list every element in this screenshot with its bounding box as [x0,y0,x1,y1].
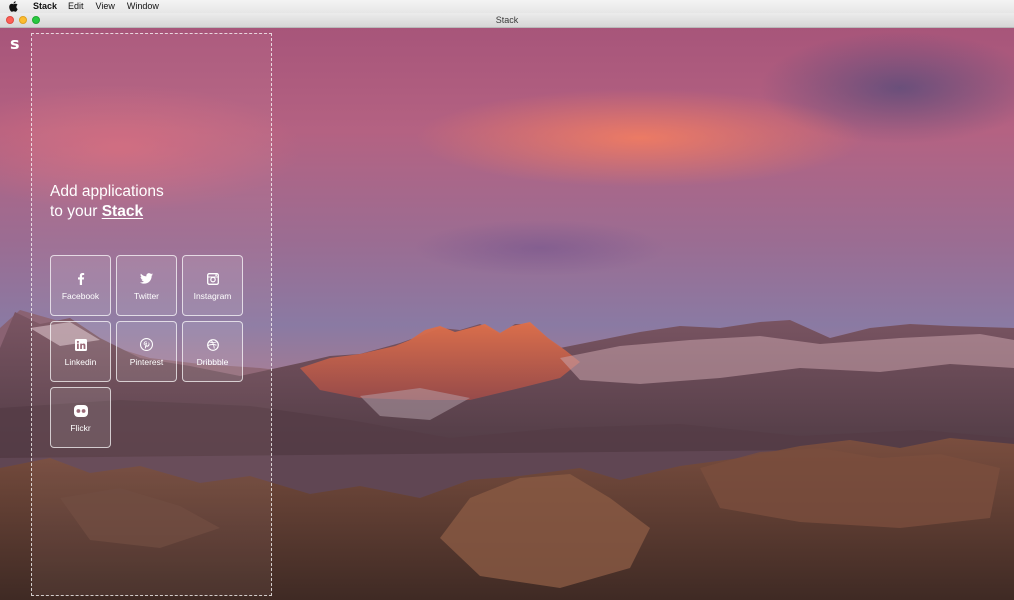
minimize-window-button[interactable] [19,16,27,24]
headline-prefix: to your [50,203,102,220]
app-label: Instagram [193,290,232,301]
app-label: Facebook [61,290,100,301]
app-tile-linkedin[interactable]: Linkedin [50,321,111,382]
instagram-icon [205,271,221,287]
window-titlebar[interactable]: Stack [0,13,1014,28]
app-label: Twitter [133,290,160,301]
pinterest-icon [139,337,155,353]
facebook-icon [73,271,89,287]
app-label: Dribbble [196,356,229,367]
apple-icon[interactable] [9,1,18,12]
app-tile-dribbble[interactable]: Dribbble [182,321,243,382]
app-tile-twitter[interactable]: Twitter [116,255,177,316]
window-title: Stack [495,15,519,25]
menu-bar: Stack Edit View Window [0,0,1014,13]
dribbble-icon [205,337,221,353]
headline-line-2: to your Stack [50,202,164,222]
stack-logo[interactable]: s [10,34,20,53]
twitter-icon [139,271,155,287]
linkedin-icon [73,337,89,353]
headline-line-1: Add applications [50,183,164,200]
menu-window[interactable]: Window [127,0,159,13]
app-tile-pinterest[interactable]: Pinterest [116,321,177,382]
app-label: Linkedin [64,356,97,367]
add-apps-panel: Add applications to your Stack Facebook … [31,33,272,596]
maximize-window-button[interactable] [32,16,40,24]
menu-view[interactable]: View [96,0,115,13]
app-tile-flickr[interactable]: Flickr [50,387,111,448]
menu-edit[interactable]: Edit [68,0,84,13]
app-label: Flickr [70,422,91,433]
flickr-icon [73,403,89,419]
traffic-lights [6,16,40,24]
app-content: s Add applications to your Stack Faceboo… [0,28,1014,600]
close-window-button[interactable] [6,16,14,24]
app-label: Pinterest [129,356,164,367]
app-grid: Facebook Twitter Instagram Linkedin Pint… [50,255,246,448]
app-tile-instagram[interactable]: Instagram [182,255,243,316]
headline-brand-link[interactable]: Stack [102,203,143,220]
app-tile-facebook[interactable]: Facebook [50,255,111,316]
panel-headline: Add applications to your Stack [50,182,164,222]
menu-app-name[interactable]: Stack [33,0,57,13]
